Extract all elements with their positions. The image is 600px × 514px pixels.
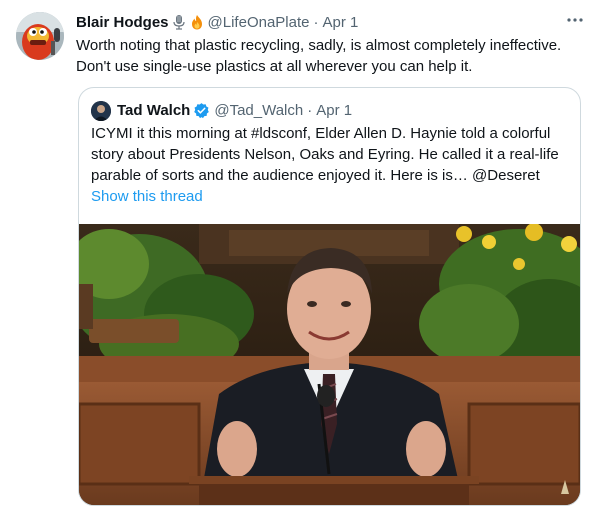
tweet-date[interactable]: Apr 1 — [322, 14, 358, 31]
speaker-photo[interactable] — [79, 224, 580, 505]
quoted-date[interactable]: Apr 1 — [316, 102, 352, 119]
microphone-icon — [172, 14, 186, 30]
author-avatar[interactable] — [16, 12, 64, 60]
show-thread-link[interactable]: Show this thread — [91, 188, 203, 205]
author-name[interactable]: Blair Hodges — [76, 14, 169, 31]
tweet-header: Blair Hodges @LifeOnaPlate · Apr 1 — [76, 12, 584, 32]
separator-dot: · — [313, 13, 319, 31]
quoted-tweet-card[interactable]: Tad Walch @Tad_Walch · Apr 1 ICYMI it th… — [78, 87, 581, 506]
quoted-author-handle[interactable]: @Tad_Walch — [214, 102, 303, 119]
fire-icon — [190, 14, 204, 30]
quoted-separator-dot: · — [307, 101, 313, 119]
tweet-text: Worth noting that plastic recycling, sad… — [76, 37, 562, 75]
quoted-author-name[interactable]: Tad Walch — [117, 102, 190, 119]
quoted-tweet-text: ICYMI it this morning at #ldsconf, Elder… — [91, 125, 559, 184]
verified-badge-icon — [193, 102, 210, 119]
quoted-author-avatar[interactable] — [91, 101, 111, 121]
quoted-header: Tad Walch @Tad_Walch · Apr 1 — [117, 100, 352, 120]
author-handle[interactable]: @LifeOnaPlate — [208, 14, 310, 31]
more-horizontal-icon[interactable] — [566, 12, 584, 30]
